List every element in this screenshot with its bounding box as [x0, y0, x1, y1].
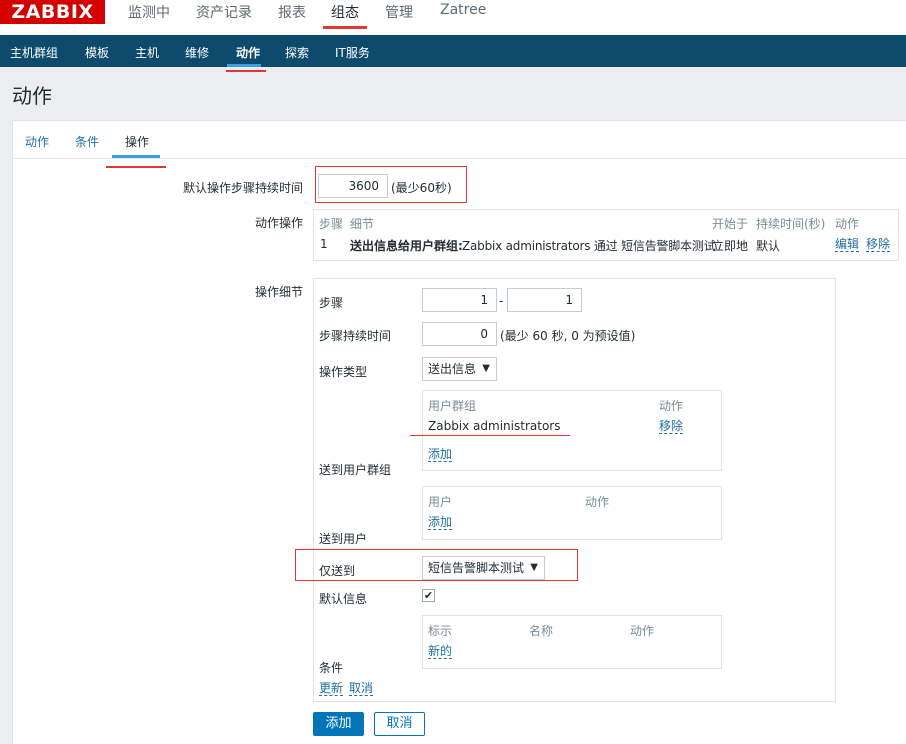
default-step-duration-label: 默认操作步骤持续时间 — [183, 181, 304, 195]
group-name: Zabbix administrators — [428, 419, 561, 433]
step-duration-input[interactable]: 0 — [422, 322, 497, 346]
step-to-input[interactable]: 1 — [507, 288, 582, 312]
cancel-op-link[interactable]: 取消 — [349, 681, 374, 696]
users-add-link[interactable]: 添加 — [428, 515, 453, 530]
check-icon: ✔ — [423, 589, 434, 602]
op-col-action: 动作 — [835, 217, 860, 231]
cancel-button[interactable]: 取消 — [374, 712, 425, 736]
op-row-details-bold: 送出信息给用户群组: — [350, 239, 463, 253]
nav-zatree[interactable]: Zatree — [440, 2, 486, 18]
groups-add-link[interactable]: 添加 — [428, 447, 453, 462]
steps-label: 步骤 — [319, 296, 344, 310]
conditions-label: 条件 — [319, 661, 344, 675]
op-details-label: 操作细节 — [255, 285, 304, 299]
tab-operations[interactable]: 操作 — [125, 133, 149, 150]
tabs-divider — [13, 158, 906, 159]
conditions-box — [422, 615, 722, 669]
nav-inventory[interactable]: 资产记录 — [196, 2, 252, 22]
group-remove-link[interactable]: 移除 — [659, 419, 684, 434]
subnav-actions[interactable]: 动作 — [236, 44, 260, 61]
step-duration-hint: (最少 60 秒, 0 为预设值) — [500, 329, 636, 343]
op-row-duration: 默认 — [756, 239, 781, 253]
users-col-action: 动作 — [585, 495, 610, 509]
cond-col-name: 名称 — [529, 624, 554, 638]
active-nav-underline — [323, 26, 367, 29]
op-row-start: 立即地 — [712, 239, 749, 253]
nav-monitoring[interactable]: 监测中 — [128, 2, 170, 22]
op-row-details: Zabbix administrators 通过 短信告警脚本测试 — [462, 239, 716, 253]
cond-col-action: 动作 — [630, 624, 655, 638]
step-from-input[interactable]: 1 — [422, 288, 497, 312]
op-remove-link[interactable]: 移除 — [866, 237, 891, 252]
subnav-host-groups[interactable]: 主机群组 — [10, 44, 58, 61]
subnav-hosts[interactable]: 主机 — [135, 44, 159, 61]
cond-new-link[interactable]: 新的 — [428, 644, 453, 659]
tab-active-indicator — [112, 155, 160, 158]
op-type-value: 送出信息 — [428, 362, 477, 376]
operations-label: 动作操作 — [255, 216, 304, 230]
dropdown-arrow-icon: ▼ — [482, 363, 490, 374]
duration-red-annotation — [315, 166, 467, 203]
op-col-details: 细节 — [350, 217, 375, 231]
nav-reports[interactable]: 报表 — [278, 2, 306, 22]
tab-conditions[interactable]: 条件 — [75, 133, 99, 150]
page-title: 动作 — [12, 84, 52, 108]
step-duration-label: 步骤持续时间 — [319, 329, 392, 343]
op-row-step: 1 — [320, 237, 328, 251]
send-groups-label: 送到用户群组 — [319, 463, 392, 477]
op-col-start: 开始于 — [712, 217, 749, 231]
default-msg-label: 默认信息 — [319, 592, 368, 606]
subnav-red-annotation — [226, 70, 266, 72]
groups-col-group: 用户群组 — [428, 399, 477, 413]
default-msg-checkbox[interactable]: ✔ — [422, 589, 435, 602]
subnav-discovery[interactable]: 探索 — [285, 44, 309, 61]
send-only-red-annotation — [295, 549, 578, 581]
op-col-duration: 持续时间(秒) — [756, 217, 826, 231]
cond-col-label: 标示 — [428, 624, 453, 638]
nav-administration[interactable]: 管理 — [385, 2, 413, 22]
nav-configuration[interactable]: 组态 — [331, 2, 359, 22]
zabbix-logo[interactable]: ZABBIX — [0, 0, 105, 24]
update-link[interactable]: 更新 — [319, 681, 344, 696]
op-col-step: 步骤 — [319, 217, 344, 231]
op-edit-link[interactable]: 编辑 — [835, 237, 860, 252]
users-col-user: 用户 — [428, 495, 453, 509]
op-type-select[interactable]: 送出信息 ▼ — [422, 357, 497, 381]
tab-action[interactable]: 动作 — [25, 133, 49, 150]
add-button[interactable]: 添加 — [313, 712, 364, 736]
groups-col-action: 动作 — [659, 399, 684, 413]
users-box — [422, 486, 722, 540]
step-separator: - — [499, 294, 504, 308]
sub-navigation: 主机群组 模板 主机 维修 动作 探索 IT服务 — [0, 35, 906, 67]
subnav-templates[interactable]: 模板 — [85, 44, 109, 61]
subnav-active-indicator — [227, 64, 261, 67]
send-users-label: 送到用户 — [319, 532, 368, 546]
tab-red-annotation — [106, 166, 166, 168]
top-header: ZABBIX 监测中 资产记录 报表 组态 管理 Zatree — [0, 0, 906, 35]
subnav-maintenance[interactable]: 维修 — [185, 44, 209, 61]
subnav-it-services[interactable]: IT服务 — [335, 44, 370, 61]
group-red-annotation — [410, 435, 570, 436]
op-type-label: 操作类型 — [319, 365, 368, 379]
